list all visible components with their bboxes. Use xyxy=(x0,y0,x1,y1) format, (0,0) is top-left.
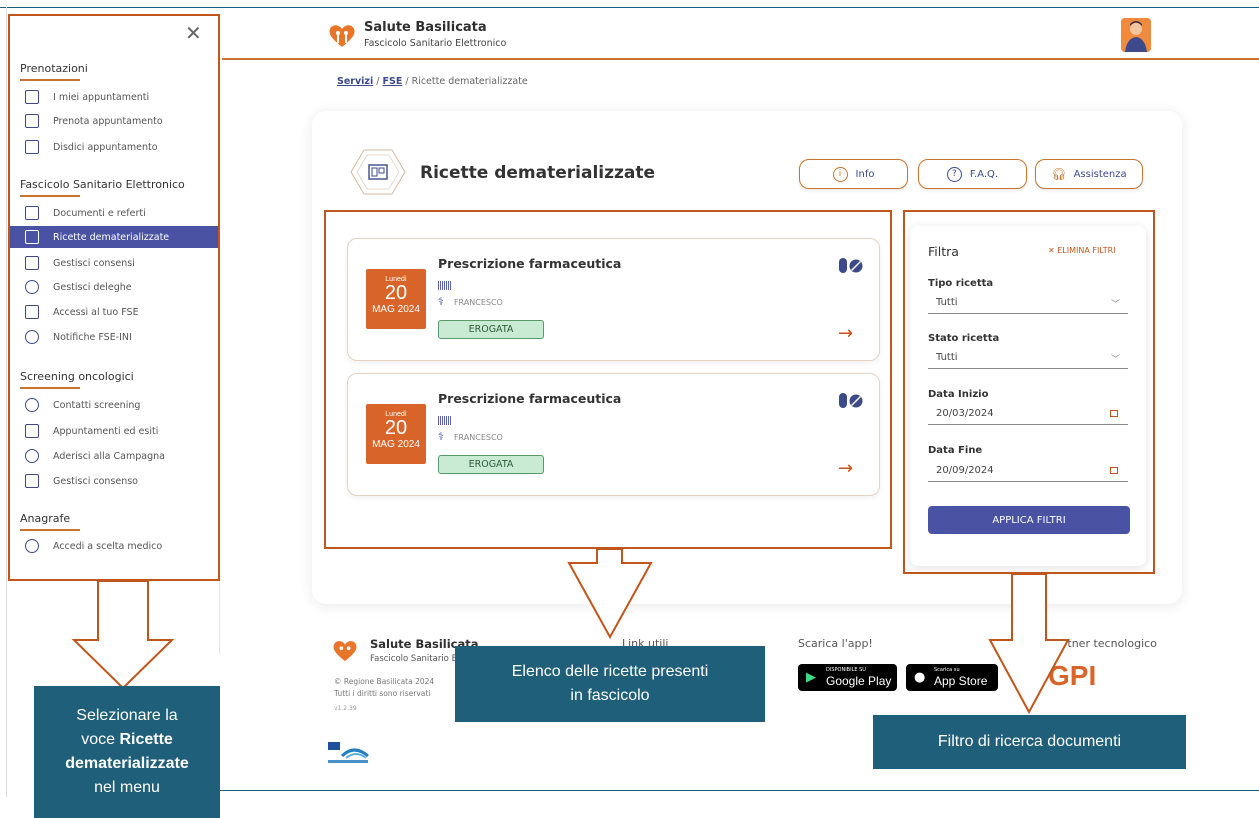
gpi-logo: GPI xyxy=(1048,660,1097,691)
play-icon: ▶ xyxy=(806,670,816,685)
app-store-big: App Store xyxy=(934,674,988,688)
user-avatar[interactable] xyxy=(1121,18,1151,52)
callout-menu-line2: voce Ricette xyxy=(81,728,173,752)
breadcrumb-servizi-link[interactable]: Servizi xyxy=(337,76,373,87)
annotation-box-list xyxy=(324,210,892,549)
annotation-box-filter xyxy=(903,210,1155,574)
annotation-box-menu xyxy=(8,14,220,581)
breadcrumb: Servizi / FSE / Ricette dematerializzate xyxy=(337,76,528,87)
callout-list: Elenco delle ricette presenti in fascico… xyxy=(455,646,765,722)
callout-menu-line3: dematerializzate xyxy=(65,755,189,772)
prescription-page-icon xyxy=(350,149,406,195)
callout-menu-line4: nel menu xyxy=(94,779,160,796)
app-store-small: Scarica su xyxy=(934,667,960,673)
google-play-small: DISPONIBILE SU xyxy=(826,667,866,673)
headset-icon: 🎧︎ xyxy=(1051,167,1067,181)
assistenza-button-label: Assistenza xyxy=(1073,168,1127,180)
breadcrumb-fse-link[interactable]: FSE xyxy=(382,76,402,87)
faq-button[interactable]: ? F.A.Q. xyxy=(918,159,1027,189)
callout-filter: Filtro di ricerca documenti xyxy=(873,715,1186,769)
info-button-label: Info xyxy=(855,168,875,180)
callout-menu-line2-text: voce xyxy=(81,731,120,748)
info-icon: i xyxy=(832,166,848,182)
callout-menu-line1: Selezionare la xyxy=(76,707,178,724)
salute-basilicata-logo-icon xyxy=(329,25,355,47)
callout-menu-line2-bold: Ricette xyxy=(119,731,173,748)
brand-subtitle: Fascicolo Sanitario Elettronico xyxy=(364,38,507,49)
callout-filter-text: Filtro di ricerca documenti xyxy=(937,733,1122,750)
app-header: Salute Basilicata Fascicolo Sanitario El… xyxy=(222,14,1259,60)
salute-basilicata-logo-icon xyxy=(333,641,357,662)
brand-title: Salute Basilicata xyxy=(364,20,487,35)
footer-copyright: © Regione Basilicata 2024 xyxy=(334,677,435,686)
assistenza-button[interactable]: 🎧︎ Assistenza xyxy=(1035,159,1143,189)
info-button[interactable]: i Info xyxy=(799,159,908,189)
frame-top-line xyxy=(0,7,1259,8)
apple-icon: ● xyxy=(914,670,926,685)
callout-menu: Selezionare la voce Ricette dematerializ… xyxy=(34,686,220,818)
breadcrumb-separator: / xyxy=(405,76,409,87)
breadcrumb-separator: / xyxy=(376,76,380,87)
frame-bottom-line xyxy=(220,790,1259,791)
fesr-logo-icon xyxy=(328,742,369,763)
page-title: Ricette dematerializzate xyxy=(420,163,656,183)
footer-rights: Tutti i diritti sono riservati xyxy=(334,689,431,698)
footer-version: v1.2.39 xyxy=(334,705,357,712)
app-store-button[interactable]: ● Scarica su App Store xyxy=(906,664,998,691)
callout-list-line2: in fascicolo xyxy=(570,687,650,704)
google-play-button[interactable]: ▶ DISPONIBILE SU Google Play xyxy=(798,664,897,691)
question-icon: ? xyxy=(946,166,962,182)
google-play-big: Google Play xyxy=(826,674,892,688)
user-avatar-icon xyxy=(1121,18,1151,52)
breadcrumb-current: Ricette dematerializzate xyxy=(411,76,528,87)
footer-app-title: Scarica l'app! xyxy=(798,637,873,650)
frame-left-line xyxy=(6,7,7,797)
footer-partner-title: Partner tecnologico xyxy=(1050,637,1157,650)
callout-list-line1: Elenco delle ricette presenti xyxy=(511,663,709,680)
faq-button-label: F.A.Q. xyxy=(969,168,999,180)
